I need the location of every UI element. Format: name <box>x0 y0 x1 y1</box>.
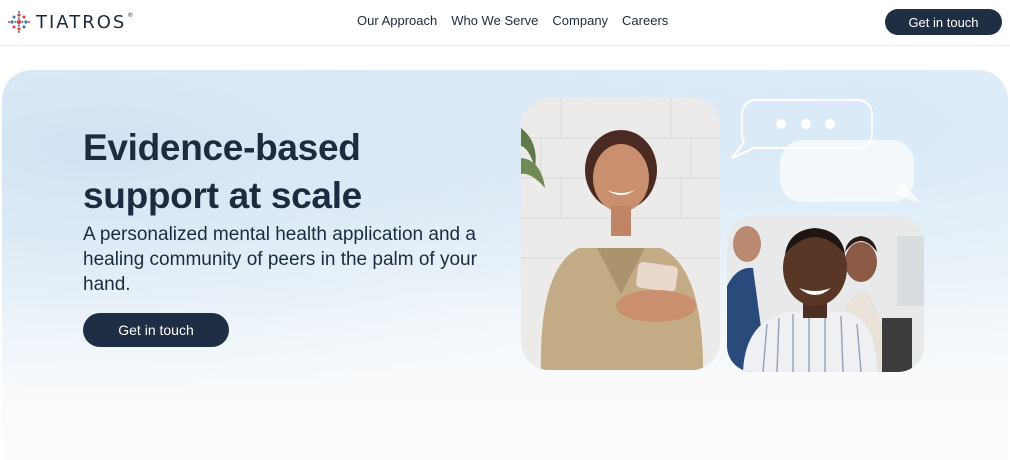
hero-subtitle: A personalized mental health application… <box>83 224 477 295</box>
smiling-man-photo <box>727 216 924 372</box>
hero-title: Evidence-based support at scale <box>83 127 362 216</box>
nav-our-approach[interactable]: Our Approach <box>357 13 437 28</box>
nav-careers[interactable]: Careers <box>622 13 668 28</box>
site-header: TIATROS® Our Approach Who We Serve Compa… <box>0 0 1010 46</box>
chat-bubble-icon <box>731 99 922 204</box>
woman-with-phone-photo <box>521 98 720 370</box>
logo[interactable]: TIATROS® <box>8 10 135 34</box>
logo-text: TIATROS® <box>36 11 136 33</box>
main-nav: Our Approach Who We Serve Company Career… <box>357 13 668 28</box>
logo-mark-icon <box>8 11 30 33</box>
hero-get-in-touch-button[interactable]: Get in touch <box>83 313 229 347</box>
header-get-in-touch-button[interactable]: Get in touch <box>885 9 1002 35</box>
nav-company[interactable]: Company <box>552 13 608 28</box>
nav-who-we-serve[interactable]: Who We Serve <box>451 13 538 28</box>
